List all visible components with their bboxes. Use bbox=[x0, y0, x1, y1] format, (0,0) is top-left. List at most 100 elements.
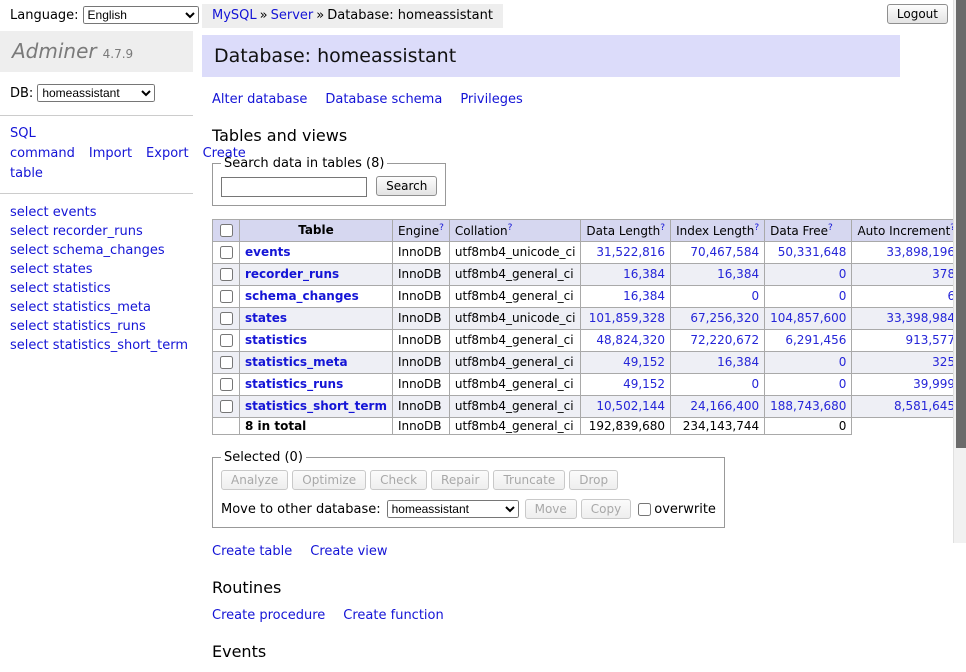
auto-increment-cell: 33,898,196 bbox=[852, 241, 961, 263]
engine-cell: InnoDB bbox=[392, 329, 449, 351]
logout-button[interactable]: Logout bbox=[887, 4, 948, 24]
sidebar-table-link-7[interactable]: select statistics_short_term bbox=[10, 338, 188, 353]
create-link-1[interactable]: Create view bbox=[310, 544, 387, 559]
row-checkbox[interactable] bbox=[220, 268, 233, 281]
help-link[interactable]: ? bbox=[439, 223, 444, 233]
table-link-schema_changes[interactable]: schema_changes bbox=[245, 289, 359, 303]
table-row: statistics_metaInnoDButf8mb4_general_ci4… bbox=[213, 351, 966, 373]
collation-cell: utf8mb4_general_ci bbox=[449, 329, 581, 351]
table-name-cell: statistics_meta bbox=[240, 351, 393, 373]
row-checkbox-cell bbox=[213, 395, 240, 417]
move-db-select[interactable]: homeassistant bbox=[387, 500, 519, 518]
db-selector-row: DB:homeassistant bbox=[0, 72, 193, 116]
sidebar-nav-link-0[interactable]: SQL command bbox=[10, 126, 75, 161]
sidebar-nav-link-1[interactable]: Import bbox=[89, 146, 132, 161]
data-length-cell: 16,384 bbox=[581, 263, 671, 285]
table-link-states[interactable]: states bbox=[245, 311, 287, 325]
engine-cell: InnoDB bbox=[392, 373, 449, 395]
row-checkbox-cell bbox=[213, 241, 240, 263]
table-row: recorder_runsInnoDButf8mb4_general_ci16,… bbox=[213, 263, 966, 285]
sidebar-nav-links: SQL commandImportExportCreate table bbox=[0, 116, 193, 194]
data-free-cell: 0 bbox=[765, 285, 852, 307]
sidebar-table-link-6[interactable]: select statistics_runs bbox=[10, 319, 146, 334]
table-header-row: TableEngine?Collation?Data Length?Index … bbox=[213, 219, 966, 241]
row-checkbox[interactable] bbox=[220, 334, 233, 347]
sidebar-table-link-5[interactable]: select statistics_meta bbox=[10, 300, 151, 315]
select-all-checkbox[interactable] bbox=[220, 224, 233, 237]
db-link-1[interactable]: Database schema bbox=[325, 92, 442, 107]
data-length-cell: 48,824,320 bbox=[581, 329, 671, 351]
table-link-statistics[interactable]: statistics bbox=[245, 333, 307, 347]
sidebar-table-link-3[interactable]: select states bbox=[10, 262, 92, 277]
create-links: Create table Create view bbox=[212, 544, 966, 559]
engine-cell: InnoDB bbox=[392, 241, 449, 263]
data-free-cell: 0 bbox=[765, 351, 852, 373]
total-data-free-cell: 0 bbox=[765, 417, 852, 434]
table-link-statistics_short_term[interactable]: statistics_short_term bbox=[245, 399, 387, 413]
breadcrumb-current: Database: homeassistant bbox=[327, 8, 493, 23]
sidebar-table-link-2[interactable]: select schema_changes bbox=[10, 243, 165, 258]
help-link[interactable]: ? bbox=[508, 223, 513, 233]
engine-cell: InnoDB bbox=[392, 263, 449, 285]
column-help: ? bbox=[660, 223, 665, 233]
table-link-statistics_meta[interactable]: statistics_meta bbox=[245, 355, 348, 369]
copy-button[interactable]: Copy bbox=[581, 499, 631, 519]
column-header-index-length: Index Length? bbox=[671, 219, 765, 241]
table-row: statesInnoDButf8mb4_unicode_ci101,859,32… bbox=[213, 307, 966, 329]
check-button[interactable]: Check bbox=[370, 470, 427, 490]
help-link[interactable]: ? bbox=[828, 223, 833, 233]
search-button[interactable]: Search bbox=[376, 176, 437, 196]
data-free-cell: 0 bbox=[765, 373, 852, 395]
help-link[interactable]: ? bbox=[754, 223, 759, 233]
table-link-statistics_runs[interactable]: statistics_runs bbox=[245, 377, 343, 391]
optimize-button[interactable]: Optimize bbox=[292, 470, 366, 490]
column-header-engine: Engine? bbox=[392, 219, 449, 241]
index-length-cell: 0 bbox=[671, 373, 765, 395]
row-checkbox[interactable] bbox=[220, 356, 233, 369]
breadcrumb-link-mysql[interactable]: MySQL bbox=[212, 8, 257, 23]
sidebar-table-link-1[interactable]: select recorder_runs bbox=[10, 224, 143, 239]
routine-link-1[interactable]: Create function bbox=[343, 608, 443, 623]
table-row: statistics_runsInnoDButf8mb4_general_ci4… bbox=[213, 373, 966, 395]
auto-increment-cell: 913,577 bbox=[852, 329, 961, 351]
analyze-button[interactable]: Analyze bbox=[221, 470, 288, 490]
row-checkbox-cell bbox=[213, 285, 240, 307]
table-link-recorder_runs[interactable]: recorder_runs bbox=[245, 267, 339, 281]
row-checkbox[interactable] bbox=[220, 400, 233, 413]
row-checkbox[interactable] bbox=[220, 290, 233, 303]
search-input[interactable] bbox=[221, 177, 367, 197]
row-checkbox-cell bbox=[213, 307, 240, 329]
create-link-0[interactable]: Create table bbox=[212, 544, 292, 559]
sidebar-table-link-row: select events bbox=[10, 204, 183, 222]
row-checkbox[interactable] bbox=[220, 378, 233, 391]
data-free-cell: 6,291,456 bbox=[765, 329, 852, 351]
collation-cell: utf8mb4_unicode_ci bbox=[449, 241, 581, 263]
table-link-events[interactable]: events bbox=[245, 245, 291, 259]
help-link[interactable]: ? bbox=[660, 223, 665, 233]
language-select[interactable]: English bbox=[83, 6, 199, 24]
sidebar-nav-link-2[interactable]: Export bbox=[146, 146, 189, 161]
db-link-2[interactable]: Privileges bbox=[460, 92, 523, 107]
auto-increment-cell: 6 bbox=[852, 285, 961, 307]
truncate-button[interactable]: Truncate bbox=[493, 470, 565, 490]
table-name-cell: statistics_short_term bbox=[240, 395, 393, 417]
sidebar-table-link-0[interactable]: select events bbox=[10, 205, 97, 220]
routine-link-0[interactable]: Create procedure bbox=[212, 608, 325, 623]
total-index-length-cell: 234,143,744 bbox=[671, 417, 765, 434]
row-checkbox[interactable] bbox=[220, 246, 233, 259]
db-link-0[interactable]: Alter database bbox=[212, 92, 307, 107]
scrollbar-thumb[interactable] bbox=[956, 0, 966, 448]
row-checkbox[interactable] bbox=[220, 312, 233, 325]
sidebar-table-link-4[interactable]: select statistics bbox=[10, 281, 111, 296]
sidebar-table-link-row: select schema_changes bbox=[10, 242, 183, 260]
breadcrumb-link-server[interactable]: Server bbox=[271, 8, 314, 23]
drop-button[interactable]: Drop bbox=[569, 470, 618, 490]
db-select[interactable]: homeassistant bbox=[37, 84, 155, 102]
index-length-cell: 16,384 bbox=[671, 351, 765, 373]
column-header-label: Data Free bbox=[770, 224, 828, 238]
column-header-label: Collation bbox=[455, 224, 508, 238]
repair-button[interactable]: Repair bbox=[431, 470, 489, 490]
overwrite-checkbox[interactable] bbox=[638, 503, 651, 516]
move-button[interactable]: Move bbox=[525, 499, 577, 519]
selected-action-buttons: AnalyzeOptimizeCheckRepairTruncateDrop bbox=[221, 470, 716, 490]
